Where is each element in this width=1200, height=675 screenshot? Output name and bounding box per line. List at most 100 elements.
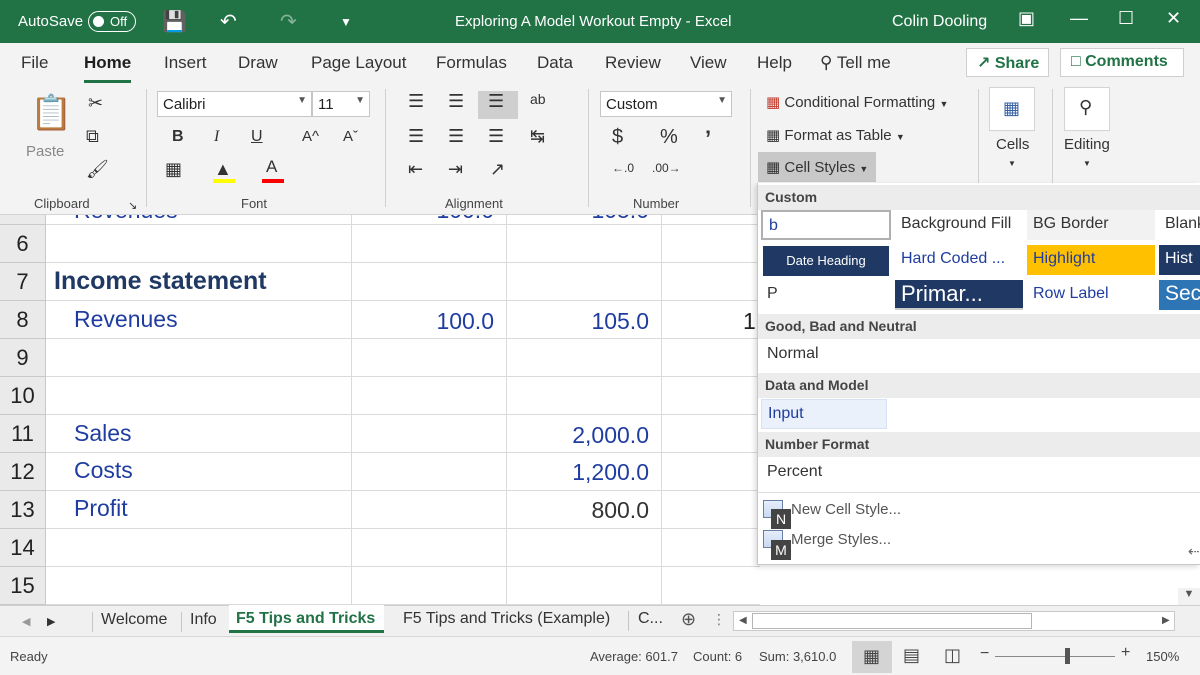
clipboard-launcher-icon[interactable]: ↘ [128,199,137,212]
sheet-tab-info[interactable]: Info [190,611,217,629]
style-bg-border[interactable]: BG Border [1027,210,1155,240]
fill-color-icon[interactable]: ▲ [214,159,232,180]
revenues-value-cell-partial[interactable]: 1 [743,308,756,335]
cut-icon[interactable]: ✂ [88,93,103,114]
maximize-icon[interactable]: ☐ [1118,8,1134,29]
autosave-toggle[interactable]: Off [88,11,136,32]
increase-indent-icon[interactable]: ⇥ [448,159,463,180]
row-header[interactable]: 15 [0,567,46,605]
font-name-field[interactable]: Calibri ▼ [157,91,312,117]
zoom-level[interactable]: 150% [1146,649,1179,664]
underline-button[interactable]: U [251,128,263,146]
revenues-value-cell[interactable]: 100.0 [380,308,494,335]
tab-draw[interactable]: Draw [238,53,278,73]
redo-icon[interactable]: ↷ [280,9,297,34]
scroll-tabs-left-icon[interactable]: ◀ [22,615,30,628]
undo-icon[interactable]: ↶ [220,9,237,34]
style-primary[interactable]: Primar... [895,280,1023,310]
income-statement-heading[interactable]: Income statement [54,267,267,296]
style-background-fill[interactable]: Background Fill [895,210,1023,240]
tab-view[interactable]: View [690,53,727,73]
sales-label-cell[interactable]: Sales [74,420,132,447]
minimize-icon[interactable]: — [1070,8,1088,29]
style-hard-coded[interactable]: Hard Coded ... [895,245,1023,275]
tab-help[interactable]: Help [757,53,792,73]
status-average[interactable]: Average: 601.7 [590,649,678,664]
font-size-field[interactable]: 11 ▼ [312,91,370,117]
add-sheet-icon[interactable]: ⊕ [681,609,696,630]
currency-button[interactable]: $ [612,126,623,149]
profit-label-cell[interactable]: Profit [74,495,128,522]
zoom-out-icon[interactable]: − [980,645,989,663]
partial-cell[interactable]: 105.0 [535,215,649,224]
worksheet-grid[interactable]: 5 Revenues 100.0 105.0 6 7 8 9 10 11 12 … [0,215,760,605]
sales-value-cell[interactable]: 2,000.0 [535,422,649,449]
decrease-indent-icon[interactable]: ⇤ [408,159,423,180]
sheet-tab-f5-tips-example[interactable]: F5 Tips and Tricks (Example) [403,610,610,628]
tab-page-layout[interactable]: Page Layout [311,53,406,73]
share-button[interactable]: ↗ Share [966,48,1049,77]
tab-insert[interactable]: Insert [164,53,207,73]
zoom-slider-track[interactable] [995,656,1115,657]
paste-icon[interactable]: 📋 [30,93,72,133]
row-header[interactable]: 12 [0,453,46,491]
close-icon[interactable]: ✕ [1166,8,1181,29]
increase-font-button[interactable]: A^ [302,128,319,145]
style-hist[interactable]: Hist [1159,245,1200,275]
tell-me-search[interactable]: ⚲ Tell me [820,53,891,73]
zoom-slider-thumb[interactable] [1065,648,1070,664]
increase-decimal-icon[interactable]: ←.0 [612,161,634,175]
tab-review[interactable]: Review [605,53,661,73]
style-percent[interactable]: Percent [761,458,891,488]
sheet-tab-welcome[interactable]: Welcome [101,611,167,629]
tab-home[interactable]: Home [84,53,132,83]
style-blank[interactable]: Blank [1159,210,1200,240]
horizontal-scroll-thumb[interactable] [752,613,1032,629]
comments-button[interactable]: □ Comments [1060,48,1184,77]
resize-handle-icon[interactable]: ⇠ [1188,543,1200,560]
align-left-icon[interactable]: ☰ [408,126,424,147]
number-format-field[interactable]: Custom ▼ [600,91,732,117]
align-right-icon[interactable]: ☰ [488,126,504,147]
chevron-down-icon[interactable]: ▼ [1083,159,1091,168]
row-header[interactable]: 7 [0,263,46,301]
save-icon[interactable]: 💾 [162,9,187,34]
scroll-right-icon[interactable]: ▶ [1162,615,1170,626]
format-painter-icon[interactable]: 🖌 [86,159,109,180]
font-color-icon[interactable]: A [266,157,277,177]
sheet-tab-more[interactable]: C... [638,610,663,628]
merge-styles-command[interactable]: Merge Styles... [791,531,891,548]
profit-value-cell[interactable]: 800.0 [535,497,649,524]
cell-styles-button[interactable]: ▦ Cell Styles ▼ [758,152,876,182]
style-b[interactable]: b [761,210,891,240]
bold-button[interactable]: B [172,128,184,146]
format-as-table-button[interactable]: ▦ Format as Table ▼ [766,126,905,144]
chevron-down-icon[interactable]: ▼ [1008,159,1016,168]
style-highlight[interactable]: Highlight [1027,245,1155,275]
scroll-tabs-right-icon[interactable]: ▶ [47,615,55,628]
row-header[interactable]: 10 [0,377,46,415]
copy-icon[interactable]: ⧉ [86,126,99,147]
tab-formulas[interactable]: Formulas [436,53,507,73]
row-header[interactable]: 13 [0,491,46,529]
style-sec[interactable]: Sec [1159,280,1200,310]
status-sum[interactable]: Sum: 3,610.0 [759,649,836,664]
row-header[interactable]: 9 [0,339,46,377]
zoom-in-icon[interactable]: + [1121,644,1130,662]
ribbon-display-icon[interactable]: ▣ [1018,8,1035,29]
sheet-tab-f5-tips[interactable]: F5 Tips and Tricks [236,610,375,628]
conditional-formatting-button[interactable]: ▦ Conditional Formatting ▼ [766,93,948,111]
style-input[interactable]: Input [761,399,887,429]
comma-button[interactable]: ’ [705,126,711,152]
row-header[interactable]: 5 [0,215,46,225]
decrease-font-button[interactable]: Aˇ [343,128,358,145]
align-top-icon[interactable]: ☰ [408,91,424,112]
scroll-left-icon[interactable]: ◀ [739,615,747,626]
row-header[interactable]: 8 [0,301,46,339]
tab-data[interactable]: Data [537,53,573,73]
paste-label[interactable]: Paste [26,143,64,160]
align-center-v-icon[interactable]: ☰ [448,91,464,112]
costs-value-cell[interactable]: 1,200.0 [535,459,649,486]
style-normal[interactable]: Normal [761,340,891,370]
status-count[interactable]: Count: 6 [693,649,742,664]
